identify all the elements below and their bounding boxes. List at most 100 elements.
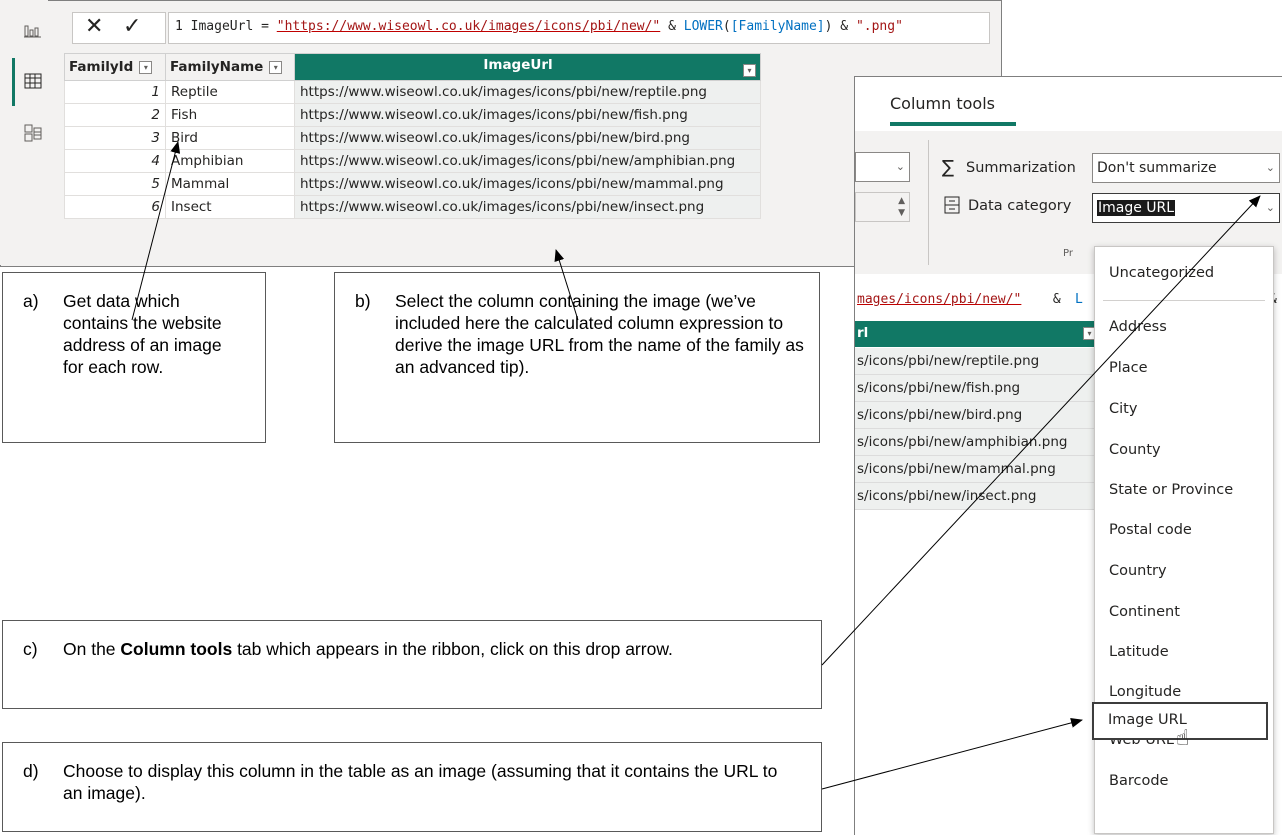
callout-c-label: c) [23, 639, 38, 659]
formula-paren-open: ( [722, 19, 731, 34]
option-barcode[interactable]: Barcode [1109, 773, 1168, 789]
model-icon[interactable] [22, 124, 44, 146]
cell-imageurl: https://www.wiseowl.co.uk/images/icons/p… [294, 126, 761, 150]
column-header-familyname[interactable]: FamilyName ▾ [165, 53, 295, 81]
option-state-or-province[interactable]: State or Province [1109, 482, 1233, 498]
formula-line-number: 1 [175, 19, 183, 34]
cell-familyid: 2 [64, 103, 166, 127]
table-row: s/icons/pbi/new/reptile.png [855, 348, 1102, 375]
cell-familyid: 6 [64, 195, 166, 219]
spinner-icon[interactable]: ▲ ▼ [898, 195, 905, 219]
cell-familyname: Reptile [165, 80, 295, 104]
commit-icon[interactable]: ✓ [123, 14, 141, 39]
table-row: 6 Insect https://www.wiseowl.co.uk/images/… [64, 195, 761, 219]
option-uncategorized[interactable]: Uncategorized [1109, 265, 1214, 281]
cell-familyname: Amphibian [165, 149, 295, 173]
callout-a-label: a) [23, 291, 39, 311]
option-county[interactable]: County [1109, 442, 1161, 458]
tab-column-tools[interactable]: Column tools [890, 94, 995, 113]
formula-argument: [FamilyName] [730, 19, 825, 34]
callout-d-label: d) [23, 761, 39, 781]
callout-b: b) Select the column containing the imag… [334, 272, 820, 443]
cell-imageurl: https://www.wiseowl.co.uk/images/icons/p… [294, 172, 761, 196]
menu-divider [1103, 300, 1265, 301]
table-row: s/icons/pbi/new/mammal.png [855, 456, 1102, 483]
data-category-label: Data category [968, 198, 1072, 214]
chevron-down-icon[interactable]: ⌄ [1266, 194, 1275, 222]
cancel-icon[interactable]: ✕ [85, 14, 103, 39]
format-combo[interactable]: ⌄ [855, 152, 910, 182]
cell-familyname: Insect [165, 195, 295, 219]
cell-imageurl: https://www.wiseowl.co.uk/images/icons/p… [294, 195, 761, 219]
filter-icon[interactable]: ▾ [269, 60, 283, 74]
callout-c-bold: Column tools [120, 639, 233, 659]
callout-c-text-1: On the [63, 639, 121, 659]
cell-familyid: 5 [64, 172, 166, 196]
callout-d: d) Choose to display this column in the … [2, 742, 822, 832]
formula-string-url: "https://www.wiseowl.co.uk/images/icons/… [276, 19, 661, 34]
formula-actions: ✕ ✓ [72, 12, 166, 44]
option-place[interactable]: Place [1109, 360, 1148, 376]
table-row: s/icons/pbi/new/fish.png [855, 375, 1102, 402]
cell-imageurl: https://www.wiseowl.co.uk/images/icons/p… [294, 80, 761, 104]
header-label: FamilyName [170, 59, 264, 75]
cell-imageurl: https://www.wiseowl.co.uk/images/icons/p… [294, 149, 761, 173]
option-continent[interactable]: Continent [1109, 604, 1180, 620]
chevron-down-icon[interactable]: ⌄ [896, 153, 905, 181]
callout-c-text-2: tab which appears in the ribbon, click o… [232, 639, 673, 659]
option-image-url-label: Image URL [1108, 712, 1187, 728]
cell-familyid: 4 [64, 149, 166, 173]
data-category-value: Image URL [1097, 200, 1176, 216]
summarization-value: Don't summarize [1097, 160, 1217, 176]
cell-familyname: Bird [165, 126, 295, 150]
ribbon-separator [928, 140, 929, 265]
column-header-familyid[interactable]: FamilyId ▾ [64, 53, 166, 81]
decimal-places-stepper[interactable]: ▲ ▼ [855, 192, 910, 222]
table-row: 5 Mammal https://www.wiseowl.co.uk/images/… [64, 172, 761, 196]
group-label: Pr [1063, 248, 1073, 259]
header-label: rl [857, 325, 869, 341]
option-longitude[interactable]: Longitude [1109, 684, 1181, 700]
data-category-select[interactable]: Image URL ⌄ [1092, 193, 1280, 223]
filter-icon[interactable]: ▾ [743, 64, 756, 77]
formula-fragment-operator: & [1045, 292, 1069, 307]
column-header-imageurl-partial[interactable]: rl ▾ [855, 321, 1100, 347]
formula-operator-2: & [832, 19, 856, 34]
summarization-select[interactable]: Don't summarize ⌄ [1092, 153, 1280, 183]
formula-fragment-string: mages/icons/pbi/new/" [857, 292, 1022, 307]
table-row: s/icons/pbi/new/amphibian.png [855, 429, 1102, 456]
report-icon[interactable] [22, 22, 44, 44]
data-table: FamilyId ▾ FamilyName ▾ ImageUrl ▾ 1 Reptile… [64, 53, 761, 219]
cell-imageurl: https://www.wiseowl.co.uk/images/icons/p… [294, 103, 761, 127]
header-label: FamilyId [69, 59, 134, 75]
option-address[interactable]: Address [1109, 319, 1167, 335]
formula-prefix: ImageUrl = [190, 19, 277, 34]
header-label: ImageUrl [483, 57, 553, 73]
callout-b-text: Select the column containing the image (… [395, 291, 804, 377]
chevron-down-icon[interactable]: ⌄ [1266, 154, 1275, 182]
table-row: s/icons/pbi/new/insect.png [855, 483, 1102, 510]
table-row: s/icons/pbi/new/bird.png [855, 402, 1102, 429]
callout-b-label: b) [355, 291, 371, 311]
option-latitude[interactable]: Latitude [1109, 644, 1169, 660]
formula-string-ext: ".png" [855, 19, 903, 34]
option-country[interactable]: Country [1109, 563, 1167, 579]
callout-a: a) Get data which contains the website a… [2, 272, 266, 443]
table-row: 4 Amphibian https://www.wiseowl.co.uk/imag… [64, 149, 761, 173]
formula-function: LOWER [683, 19, 723, 34]
callout-d-text: Choose to display this column in the tab… [63, 761, 778, 803]
hand-cursor-icon: ☝ [1176, 726, 1190, 751]
cell-familyname: Mammal [165, 172, 295, 196]
callout-c: c) On the Column tools tab which appears… [2, 620, 822, 709]
column-header-imageurl[interactable]: ImageUrl ▾ [294, 53, 761, 81]
table-row: 2 Fish https://www.wiseowl.co.uk/images/ic… [64, 103, 761, 127]
selected-view-indicator [12, 58, 15, 106]
cell-familyname: Fish [165, 103, 295, 127]
option-city[interactable]: City [1109, 401, 1137, 417]
filter-icon[interactable]: ▾ [139, 60, 153, 74]
formula-bar[interactable]: 1 ImageUrl = "https://www.wiseowl.co.uk/… [168, 12, 990, 44]
summarization-label: Summarization [966, 160, 1076, 176]
table-icon[interactable] [22, 73, 44, 95]
option-postal-code[interactable]: Postal code [1109, 522, 1192, 538]
table-row: 3 Bird https://www.wiseowl.co.uk/images/ic… [64, 126, 761, 150]
